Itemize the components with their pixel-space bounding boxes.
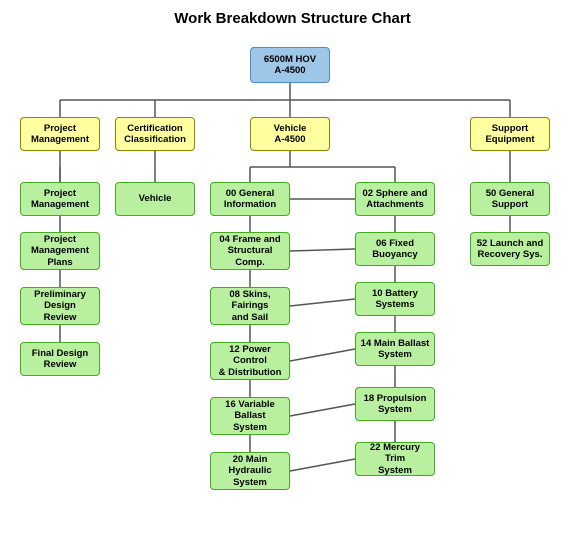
node-v02: 02 Sphere and Attachments: [355, 182, 435, 216]
node-v11: 20 Main Hydraulic System: [210, 452, 290, 490]
node-s01: 50 General Support: [470, 182, 550, 216]
node-v08: 14 Main Ballast System: [355, 332, 435, 366]
node-vehicle_cat: Vehicle A-4500: [250, 117, 330, 151]
node-root: 6500M HOV A-4500: [250, 47, 330, 83]
node-v09: 16 Variable Ballast System: [210, 397, 290, 435]
node-cert1: Vehicle: [115, 182, 195, 216]
wbs-chart: 6500M HOV A-4500 Project Management Certif…: [10, 37, 575, 547]
node-v10: 18 Propulsion System: [355, 387, 435, 421]
node-cert_cat: Certification Classification: [115, 117, 195, 151]
node-v05: 08 Skins, Fairings and Sail: [210, 287, 290, 325]
node-v03: 04 Frame and Structural Comp.: [210, 232, 290, 270]
node-pm1: Project Management: [20, 182, 100, 216]
page-title: Work Breakdown Structure Chart: [10, 10, 575, 27]
node-v07: 12 Power Control & Distribution: [210, 342, 290, 380]
node-pm3: Preliminary Design Review: [20, 287, 100, 325]
node-s02: 52 Launch and Recovery Sys.: [470, 232, 550, 266]
node-v06: 10 Battery Systems: [355, 282, 435, 316]
node-support_cat: Support Equipment: [470, 117, 550, 151]
node-pm2: Project Management Plans: [20, 232, 100, 270]
node-v01: 00 General Information: [210, 182, 290, 216]
node-pm4: Final Design Review: [20, 342, 100, 376]
node-v12: 22 Mercury Trim System: [355, 442, 435, 476]
node-v04: 06 Fixed Buoyancy: [355, 232, 435, 266]
node-pm_cat: Project Management: [20, 117, 100, 151]
